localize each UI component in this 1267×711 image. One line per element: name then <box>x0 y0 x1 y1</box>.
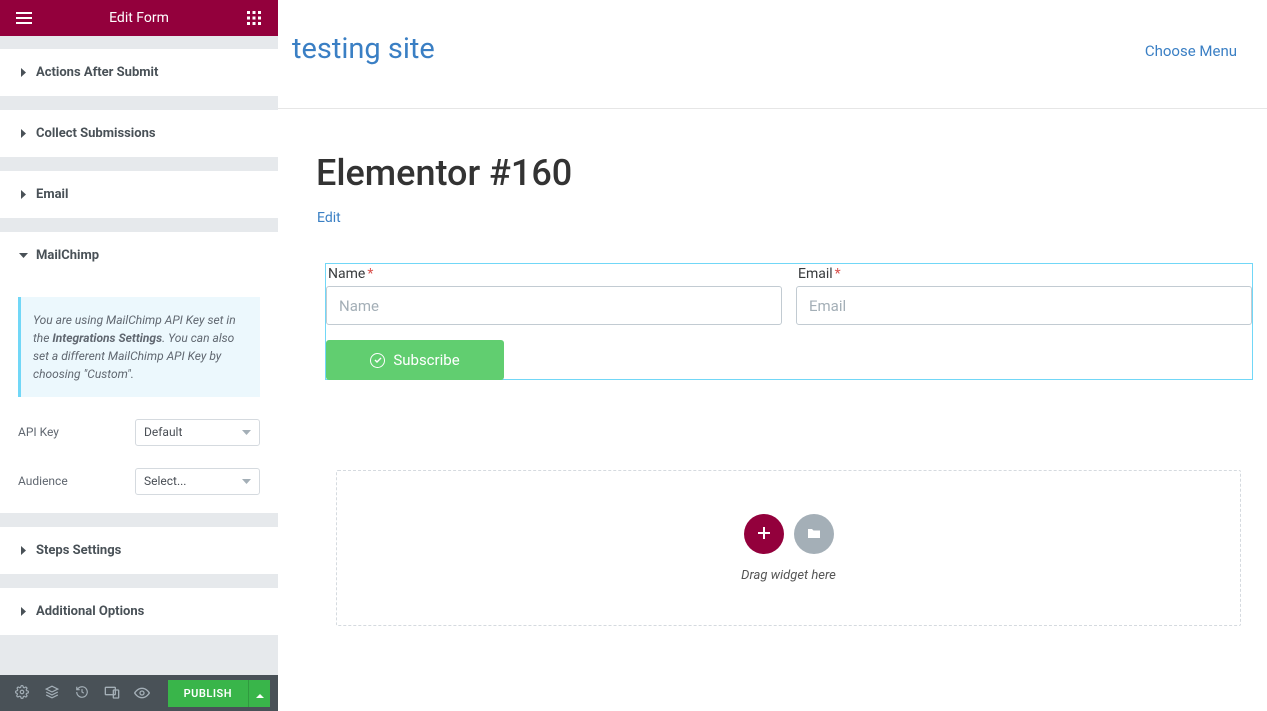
panel-footer: PUBLISH <box>0 675 278 711</box>
responsive-button[interactable] <box>98 679 126 707</box>
grid-icon <box>247 11 261 25</box>
preview-area: testing site Choose Menu Elementor #160 … <box>278 0 1267 711</box>
form-row: Name * Email * <box>326 266 1252 325</box>
name-input[interactable] <box>326 286 782 325</box>
history-button[interactable] <box>68 679 96 707</box>
section-header-steps-settings[interactable]: Steps Settings <box>0 527 278 574</box>
mailchimp-info-box: You are using MailChimp API Key set in t… <box>18 297 260 397</box>
audience-row: Audience Select... <box>18 468 260 495</box>
panel-scroll: Actions After Submit Collect Submissions… <box>0 36 278 676</box>
add-section-button[interactable] <box>744 514 784 554</box>
section-body-mailchimp: You are using MailChimp API Key set in t… <box>0 297 278 513</box>
eye-icon <box>134 684 150 703</box>
section-mailchimp: MailChimp You are using MailChimp API Ke… <box>0 231 278 514</box>
folder-icon <box>807 524 821 543</box>
audience-select[interactable]: Select... <box>135 468 260 495</box>
choose-menu-link[interactable]: Choose Menu <box>1145 42 1237 60</box>
section-header-additional-options[interactable]: Additional Options <box>0 588 278 635</box>
hamburger-icon <box>16 12 32 24</box>
api-key-row: API Key Default <box>18 419 260 446</box>
section-header-actions-after-submit[interactable]: Actions After Submit <box>0 49 278 96</box>
section-collect-submissions: Collect Submissions <box>0 109 278 158</box>
section-header-mailchimp[interactable]: MailChimp <box>0 232 278 279</box>
publish-button[interactable]: PUBLISH <box>168 680 248 707</box>
section-header-email[interactable]: Email <box>0 171 278 218</box>
navigator-button[interactable] <box>38 679 66 707</box>
preview-button[interactable] <box>128 679 156 707</box>
gear-icon <box>15 684 29 703</box>
caret-right-icon <box>18 67 28 77</box>
section-email: Email <box>0 170 278 219</box>
drop-zone-text: Drag widget here <box>741 568 836 583</box>
section-label: MailChimp <box>36 248 99 263</box>
need-help[interactable]: Need Help ? <box>0 636 278 676</box>
caret-right-icon <box>18 606 28 616</box>
audience-value: Select... <box>144 474 186 488</box>
devices-icon <box>104 684 120 703</box>
caret-down-icon <box>18 250 28 260</box>
section-additional-options: Additional Options <box>0 587 278 636</box>
site-title-link[interactable]: testing site <box>292 32 435 66</box>
caret-right-icon <box>18 545 28 555</box>
caret-up-icon <box>256 684 264 703</box>
drop-zone[interactable]: Drag widget here <box>336 470 1241 626</box>
email-input[interactable] <box>796 286 1252 325</box>
section-label: Additional Options <box>36 604 144 619</box>
menu-button[interactable] <box>10 12 38 24</box>
section-label: Collect Submissions <box>36 126 156 141</box>
audience-label: Audience <box>18 474 68 488</box>
section-header-collect-submissions[interactable]: Collect Submissions <box>0 110 278 157</box>
form-widget-selected[interactable]: Name * Email * Subscribe <box>325 263 1253 380</box>
chevron-down-icon <box>242 474 251 488</box>
layers-icon <box>45 684 59 703</box>
header-divider <box>278 108 1267 109</box>
publish-options-button[interactable] <box>248 680 270 707</box>
publish-group: PUBLISH <box>168 680 270 707</box>
editor-panel: Edit Form Actions After Submit Colle <box>0 0 278 711</box>
required-mark: * <box>367 266 373 282</box>
section-steps-settings: Steps Settings <box>0 526 278 575</box>
caret-right-icon <box>18 128 28 138</box>
section-label: Steps Settings <box>36 543 121 558</box>
section-label: Actions After Submit <box>36 65 158 80</box>
plus-icon <box>758 524 770 543</box>
settings-button[interactable] <box>8 679 36 707</box>
panel-header: Edit Form <box>0 0 278 36</box>
panel-title: Edit Form <box>109 10 169 26</box>
api-key-label: API Key <box>18 425 59 439</box>
widgets-button[interactable] <box>240 11 268 25</box>
template-button[interactable] <box>794 514 834 554</box>
section-label: Email <box>36 187 68 202</box>
required-mark: * <box>835 266 841 282</box>
email-field: Email * <box>789 266 1252 325</box>
chevron-down-icon <box>242 425 251 439</box>
section-actions-after-submit: Actions After Submit <box>0 48 278 97</box>
api-key-select[interactable]: Default <box>135 419 260 446</box>
edit-link[interactable]: Edit <box>317 210 341 226</box>
api-key-value: Default <box>144 425 182 439</box>
subscribe-button[interactable]: Subscribe <box>326 340 504 380</box>
check-circle-icon <box>370 353 385 368</box>
caret-right-icon <box>18 189 28 199</box>
history-icon <box>75 684 89 703</box>
page-title: Elementor #160 <box>316 152 572 194</box>
email-label: Email <box>798 266 833 282</box>
name-field: Name * <box>326 266 789 325</box>
name-label: Name <box>328 266 365 282</box>
